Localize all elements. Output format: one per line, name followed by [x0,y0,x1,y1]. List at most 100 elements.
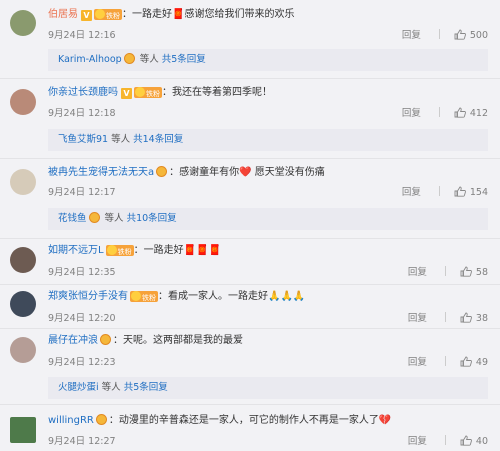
reply-user[interactable]: 花钱鱼 [58,213,87,224]
reply-button[interactable]: 回复 [402,30,421,41]
like-button[interactable]: 58 [460,266,488,278]
fan-badge: 铁粉 [105,245,134,256]
replies-count-link[interactable]: 共5条回复 [124,382,168,393]
reply-user[interactable]: 飞鱼艾斯91 [58,134,108,145]
like-button[interactable]: 500 [454,29,488,41]
thumbs-up-icon [460,266,472,277]
avatar[interactable] [10,89,36,115]
comment-line: 晨仔在冲浪 ：天呢。这两部都是我的最爱 [48,334,243,348]
comment: 晨仔在冲浪 ：天呢。这两部都是我的最爱 9月24日 12:23 回复 49 火腿炒蛋… [0,329,500,405]
comment-text: ：天呢。这两部都是我的最爱 [113,335,243,346]
badge-icon [88,212,100,223]
username[interactable]: 伯居易 [48,9,78,20]
comment-time: 9月24日 12:18 [48,108,116,119]
username[interactable]: 被冉先生宠得无法无天a [48,167,154,178]
comment-time: 9月24日 12:23 [48,357,116,368]
reply-button[interactable]: 回复 [408,436,427,447]
replies-summary[interactable]: 花钱鱼 等人 共10条回复 [48,208,488,230]
username[interactable]: willingRR [48,415,94,426]
fan-badge: 铁粉 [134,87,162,98]
comment-line: 郑爽张恒分手没有 铁粉 ：看成一家人。一路走好🙏🙏🙏 [48,290,305,304]
username[interactable]: 郑爽张恒分手没有 [48,291,128,302]
like-count: 38 [475,313,488,324]
username[interactable]: 你亲过长颈鹿吗 [48,87,118,98]
reply-button[interactable]: 回复 [408,357,427,368]
thumbs-up-icon [454,107,466,118]
comment-line: 如期不远万L 铁粉 ：一路走好🧧🧧🧧 [48,244,221,258]
comment-line: 被冉先生宠得无法无天a ：感谢童年有你❤️ 愿天堂没有伤痛 [48,166,325,180]
comment-actions: 回复 500 [402,27,488,41]
like-button[interactable]: 49 [460,356,488,368]
comment-line: willingRR ：动漫里的辛普森还是一家人，可它的制作人不再是一家人了💔 [48,414,391,428]
comment-text: ：看成一家人。一路走好🙏🙏🙏 [158,291,306,302]
comment: willingRR ：动漫里的辛普森还是一家人，可它的制作人不再是一家人了💔 9月… [0,405,500,451]
comment-text: ：动漫里的辛普森还是一家人，可它的制作人不再是一家人了💔 [108,415,392,426]
comment-text: ：我还在等着第四季呢！ [162,87,272,98]
comment: 你亲过长颈鹿吗 V 铁粉 ：我还在等着第四季呢！ 9月24日 12:18 回复 412 … [0,79,500,159]
like-button[interactable]: 154 [454,186,488,198]
thumbs-up-icon [460,435,472,446]
replies-summary[interactable]: 飞鱼艾斯91 等人 共14条回复 [48,129,488,151]
avatar[interactable] [10,169,36,195]
thumbs-up-icon [460,312,472,323]
comment: 如期不远万L 铁粉 ：一路走好🧧🧧🧧 9月24日 12:35 回复 58 [0,239,500,284]
like-count: 58 [475,267,488,278]
replies-count-link[interactable]: 共5条回复 [162,54,206,65]
avatar[interactable] [10,291,36,317]
replies-mid-text: 等人 [98,382,124,393]
divider [444,312,446,322]
badge-icon [156,166,168,177]
comment-actions: 回复 58 [408,264,488,278]
comment-actions: 回复 49 [408,354,488,368]
avatar[interactable] [10,417,36,443]
divider [438,29,440,39]
comment-time: 9月24日 12:20 [48,313,116,324]
comment-actions: 回复 412 [402,105,488,119]
thumbs-up-icon [454,186,466,197]
replies-mid-text: 等人 [108,134,134,145]
verified-icon: V [81,10,92,21]
reply-button[interactable]: 回复 [402,187,421,198]
comment: 郑爽张恒分手没有 铁粉 ：看成一家人。一路走好🙏🙏🙏 9月24日 12:20 回复 3… [0,285,500,328]
divider [438,186,440,196]
reply-user[interactable]: 火腿炒蛋i [58,382,99,393]
comment-actions: 回复 40 [408,433,488,447]
username[interactable]: 晨仔在冲浪 [48,335,98,346]
reply-user[interactable]: Karim-Alhoop [58,54,122,65]
comment-time: 9月24日 12:16 [48,30,116,41]
comment-text: ：一路走好🧧感谢您给我们带来的欢乐 [122,9,295,20]
divider [438,107,440,117]
comment: 被冉先生宠得无法无天a ：感谢童年有你❤️ 愿天堂没有伤痛 9月24日 12:17… [0,159,500,239]
replies-count-link[interactable]: 共14条回复 [133,134,183,145]
divider [444,435,446,445]
divider [444,266,446,276]
comment-line: 你亲过长颈鹿吗 V 铁粉 ：我还在等着第四季呢！ [48,86,272,100]
reply-button[interactable]: 回复 [408,267,427,278]
replies-summary[interactable]: Karim-Alhoop 等人 共5条回复 [48,49,488,71]
replies-summary[interactable]: 火腿炒蛋i 等人 共5条回复 [48,377,488,399]
comment-actions: 回复 154 [402,184,488,198]
verified-icon: V [121,88,132,99]
reply-button[interactable]: 回复 [408,313,427,324]
avatar[interactable] [10,10,36,36]
badge-icon [100,334,111,345]
like-button[interactable]: 38 [460,312,488,324]
thumbs-up-icon [460,356,472,367]
fan-badge: 铁粉 [130,291,158,302]
comment-text: ：一路走好🧧🧧🧧 [133,245,221,256]
comment-line: 伯居易 V 铁粉 ：一路走好🧧感谢您给我们带来的欢乐 [48,8,294,22]
like-button[interactable]: 40 [460,435,488,447]
badge-icon [123,53,135,64]
avatar[interactable] [10,337,36,363]
replies-count-link[interactable]: 共10条回复 [127,213,177,224]
username[interactable]: 如期不远万L [48,245,104,256]
comment-text: ：感谢童年有你❤️ 愿天堂没有伤痛 [169,167,325,178]
like-button[interactable]: 412 [454,107,488,119]
replies-mid-text: 等人 [101,213,127,224]
like-count: 412 [469,108,488,119]
avatar[interactable] [10,247,36,273]
reply-button[interactable]: 回复 [402,108,421,119]
comment-time: 9月24日 12:35 [48,267,116,278]
comment-actions: 回复 38 [408,310,488,324]
replies-mid-text: 等人 [136,54,162,65]
